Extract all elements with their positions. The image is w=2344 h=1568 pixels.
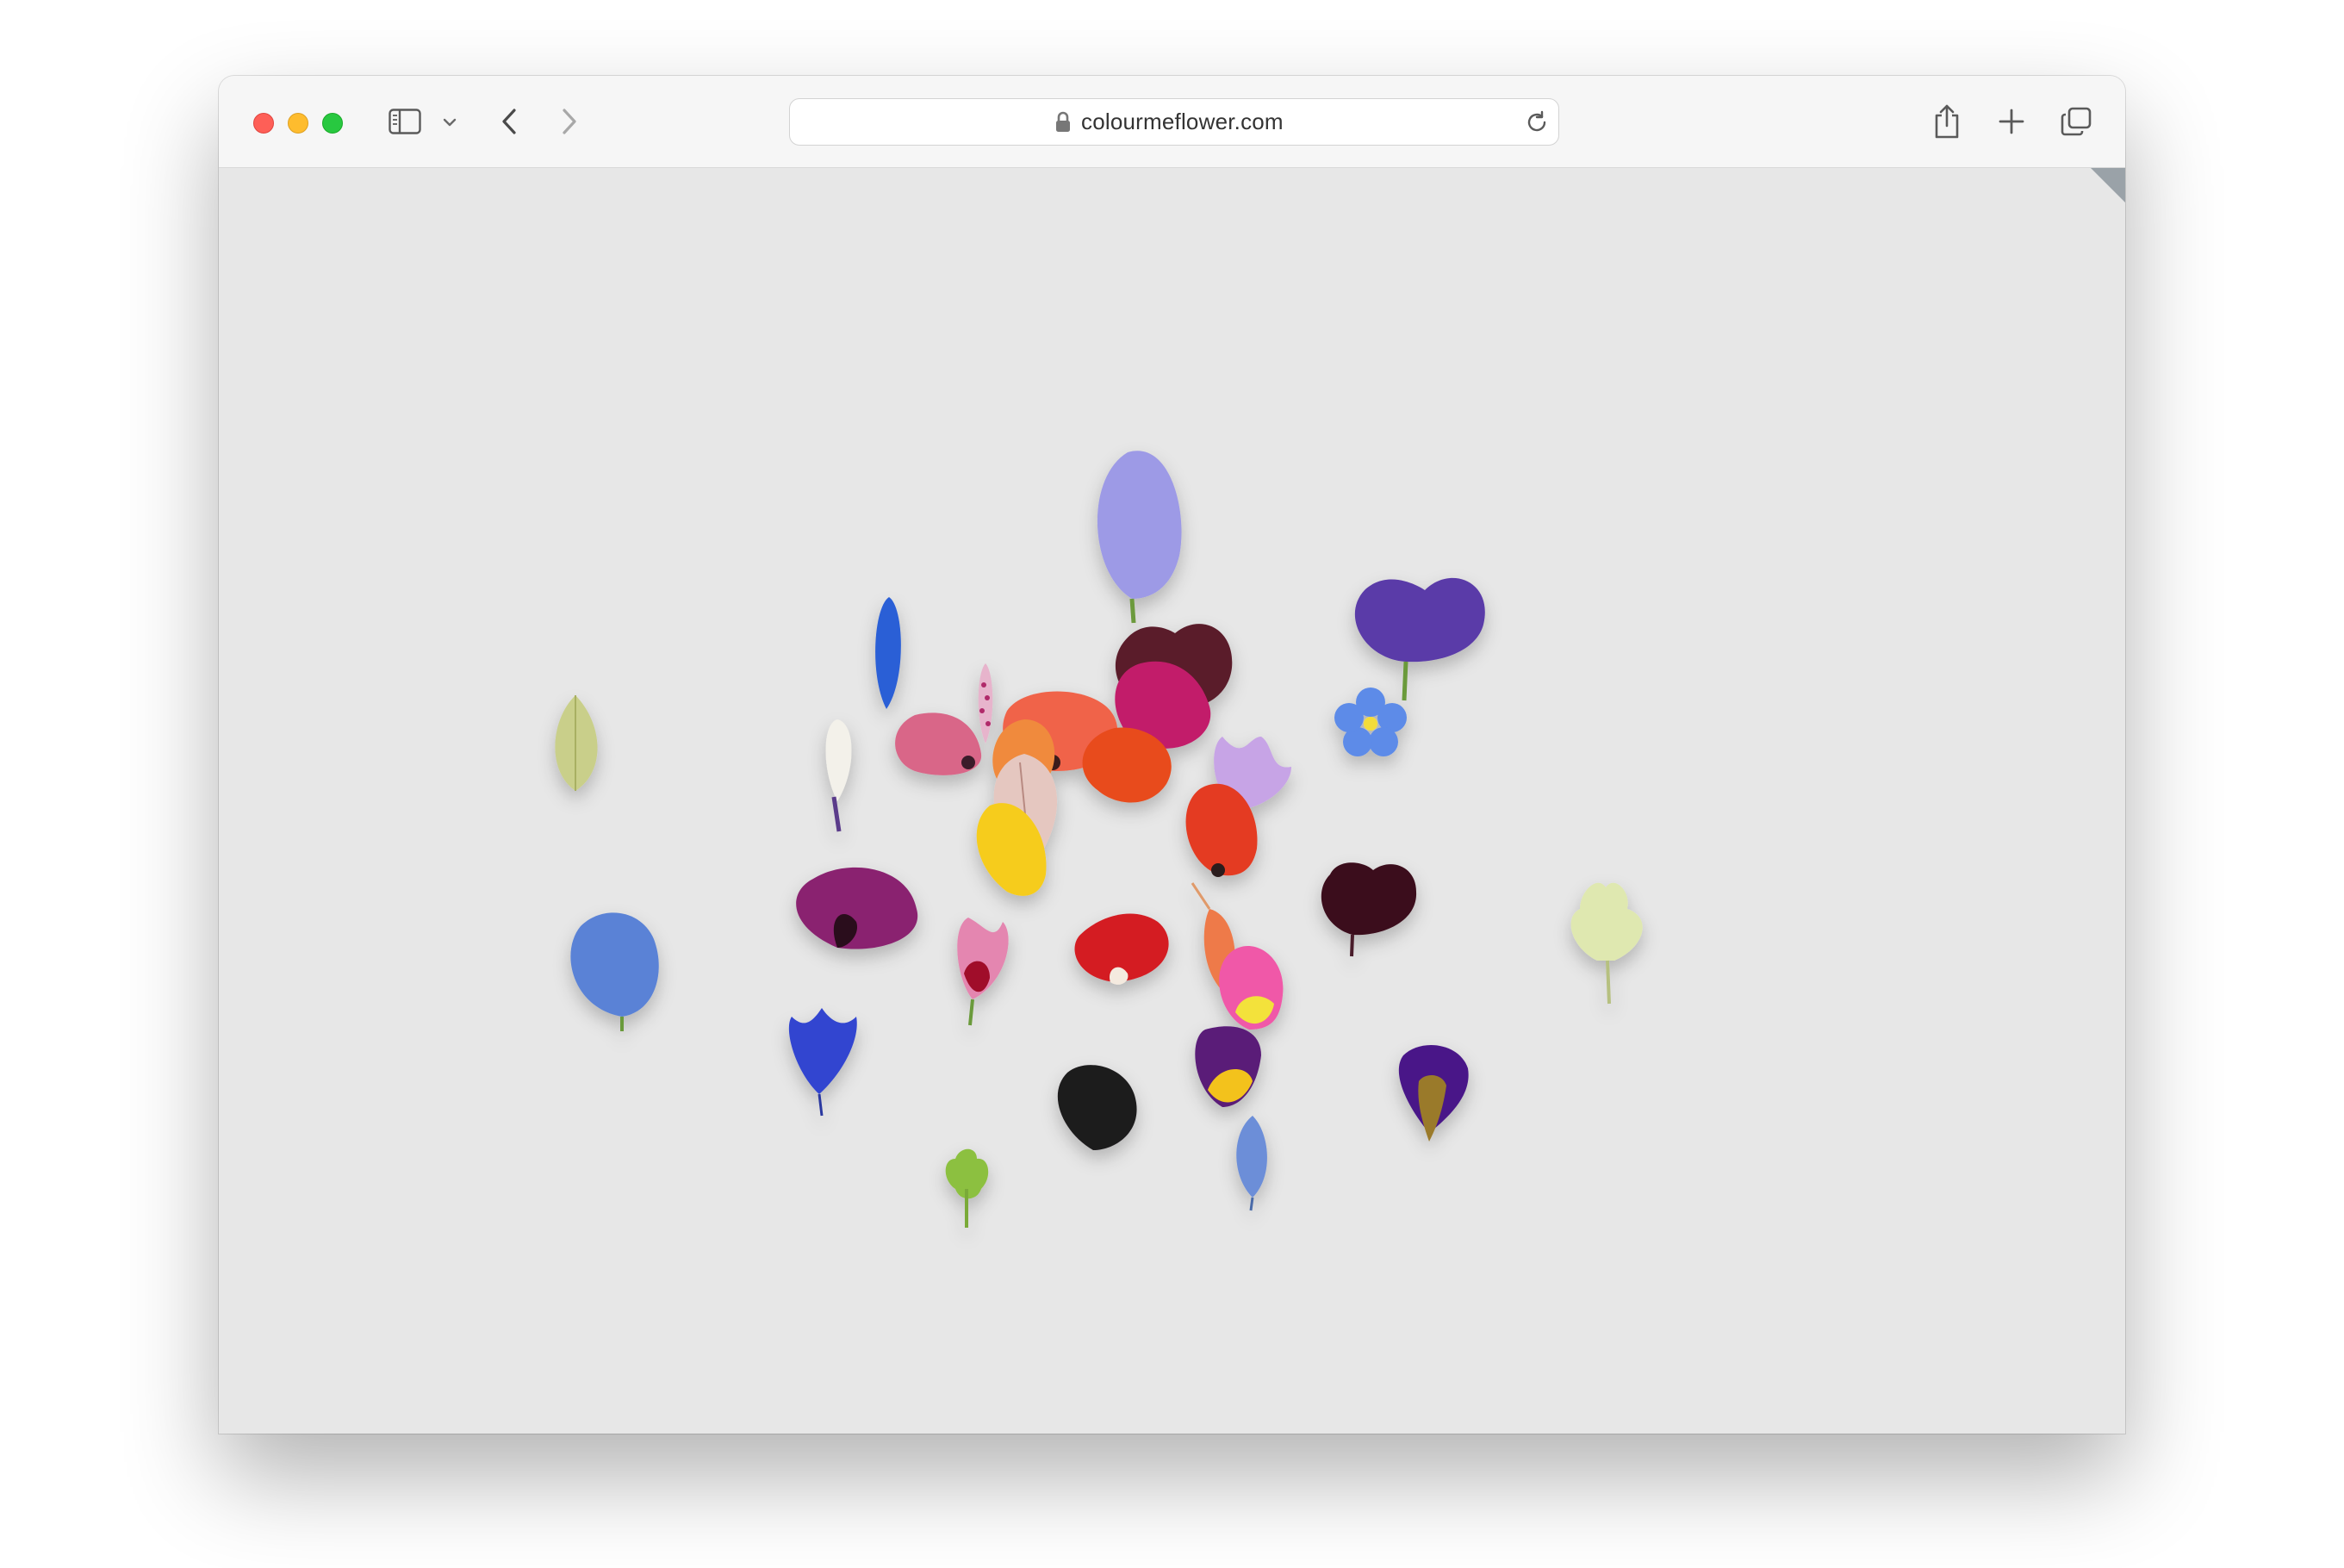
address-url: colourmeflower.com: [1081, 109, 1284, 134]
white-petal[interactable]: [825, 719, 852, 832]
browser-window: colourmeflower.com: [219, 76, 2125, 1434]
address-bar[interactable]: colourmeflower.com: [789, 98, 1559, 146]
tab-overview-icon[interactable]: [2059, 105, 2093, 138]
forget-me-not-flower[interactable]: [1334, 688, 1407, 756]
back-arrow-icon[interactable]: [496, 105, 522, 138]
purple-iris-petal[interactable]: [1398, 1045, 1469, 1142]
red-fringed-petal[interactable]: [1074, 913, 1169, 985]
plum-shell-petal[interactable]: [796, 867, 918, 949]
dark-violet-flower[interactable]: [1321, 862, 1417, 957]
black-petal[interactable]: [1057, 1065, 1137, 1150]
green-star-flower[interactable]: [945, 1148, 989, 1228]
purple-yellow-petal[interactable]: [1195, 1026, 1261, 1107]
pink-striped-petal[interactable]: [895, 712, 982, 775]
petal-canvas: [555, 451, 1643, 1228]
blue-cornflower-petal[interactable]: [788, 1008, 857, 1117]
green-leaf-petal[interactable]: [555, 695, 598, 791]
blue-slim-petal[interactable]: [875, 597, 901, 709]
light-blue-petal[interactable]: [1236, 1116, 1267, 1211]
forward-arrow-icon[interactable]: [556, 105, 582, 138]
pink-yellow-tulip-petal[interactable]: [1219, 946, 1284, 1030]
chevron-down-icon[interactable]: [440, 114, 459, 131]
minimize-window-button[interactable]: [288, 113, 308, 134]
lock-icon: [1054, 111, 1072, 138]
share-icon[interactable]: [1930, 102, 1964, 141]
lavender-petal[interactable]: [1097, 451, 1182, 624]
sidebar-icon[interactable]: [388, 107, 422, 136]
browser-toolbar: colourmeflower.com: [219, 76, 2125, 168]
blue-round-petal[interactable]: [570, 912, 659, 1031]
reload-icon[interactable]: [1524, 109, 1550, 140]
close-window-button[interactable]: [253, 113, 274, 134]
speckled-pink-spike[interactable]: [978, 663, 993, 744]
pale-yellow-flower[interactable]: [1570, 882, 1643, 1005]
zoom-window-button[interactable]: [322, 113, 343, 134]
web-content[interactable]: [219, 168, 2125, 1434]
violet-pansy-petal[interactable]: [1354, 577, 1485, 701]
pink-small-petal[interactable]: [957, 918, 1009, 1026]
plus-icon[interactable]: [1997, 107, 2026, 136]
